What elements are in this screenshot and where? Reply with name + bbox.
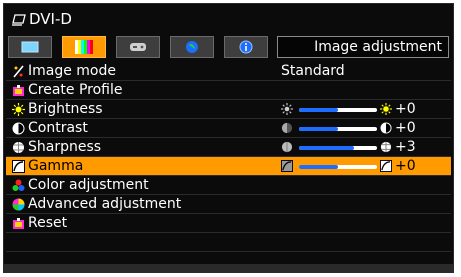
- reset-icon: [13, 218, 24, 229]
- globe-icon: [186, 41, 198, 53]
- osd-menu: DVI-D Image adjustment Image mode Standa…: [3, 3, 454, 273]
- contrast-track[interactable]: [299, 127, 377, 131]
- input-source: DVI-D: [12, 8, 72, 30]
- menu-item-sharpness[interactable]: Sharpness +3: [6, 138, 451, 157]
- gamma-icon: [12, 160, 25, 173]
- tab-screen[interactable]: [8, 36, 52, 58]
- sharpness-high-icon: [380, 141, 392, 153]
- brightness-value: +0: [395, 101, 416, 117]
- gamepad-icon: [130, 43, 146, 51]
- sharpness-label: Sharpness: [28, 139, 102, 155]
- gamma-value: +0: [395, 158, 416, 174]
- sharpness-track[interactable]: [299, 146, 377, 150]
- sharpness-fill: [299, 146, 354, 150]
- menu-item-advanced-adjustment[interactable]: Advanced adjustment: [6, 195, 451, 214]
- menu-item-brightness[interactable]: Brightness +0: [6, 100, 451, 119]
- contrast-high-icon: [380, 122, 392, 134]
- gamma-fill: [299, 165, 338, 169]
- image-mode-icon: [13, 65, 24, 78]
- brightness-low-icon: [281, 103, 293, 115]
- contrast-slider[interactable]: +0: [281, 120, 451, 136]
- brightness-slider[interactable]: +0: [281, 101, 451, 117]
- tab-language[interactable]: [170, 36, 214, 58]
- menu-item-color-adjustment[interactable]: Color adjustment: [6, 176, 451, 195]
- create-profile-icon: [13, 85, 24, 96]
- reset-label: Reset: [28, 215, 68, 231]
- gamma-label: Gamma: [28, 158, 84, 174]
- contrast-fill: [299, 127, 338, 131]
- tab-game[interactable]: [116, 36, 160, 58]
- contrast-icon: [12, 122, 25, 135]
- menu-empty-row: [6, 233, 451, 252]
- brightness-track[interactable]: [299, 108, 377, 112]
- tab-image-adjustment[interactable]: [62, 36, 106, 58]
- gamma-slider[interactable]: +0: [281, 158, 451, 174]
- gamma-high-icon: [380, 160, 392, 172]
- advanced-adjustment-icon: [12, 198, 25, 211]
- image-mode-value: Standard: [281, 63, 345, 79]
- contrast-low-icon: [281, 122, 293, 134]
- menu-item-contrast[interactable]: Contrast +0: [6, 119, 451, 138]
- sharpness-slider[interactable]: +3: [281, 139, 451, 155]
- brightness-label: Brightness: [28, 101, 103, 117]
- tab-bar: Image adjustment: [6, 34, 451, 60]
- color-adjustment-label: Color adjustment: [28, 177, 149, 193]
- menu-list: Image mode Standard Create Profile Brigh…: [6, 62, 451, 272]
- brightness-high-icon: [380, 103, 392, 115]
- gamma-track[interactable]: [299, 165, 377, 169]
- menu-item-gamma[interactable]: Gamma +0: [6, 157, 451, 176]
- sharpness-low-icon: [281, 141, 293, 153]
- input-source-icon: [12, 14, 26, 26]
- tab-information[interactable]: [224, 36, 268, 58]
- menu-item-reset[interactable]: Reset: [6, 214, 451, 233]
- color-adjustment-icon: [12, 179, 25, 191]
- advanced-adjustment-label: Advanced adjustment: [28, 196, 182, 212]
- sharpness-icon: [13, 142, 24, 153]
- brightness-icon: [12, 103, 25, 116]
- gamma-low-icon: [281, 160, 293, 172]
- contrast-label: Contrast: [28, 120, 88, 136]
- menu-item-create-profile[interactable]: Create Profile: [6, 81, 451, 100]
- input-source-label: DVI-D: [29, 10, 72, 28]
- screen-icon: [21, 41, 39, 53]
- sharpness-value: +3: [395, 139, 416, 155]
- menu-item-image-mode[interactable]: Image mode Standard: [6, 62, 451, 81]
- color-bars-icon: [75, 40, 93, 54]
- image-mode-label: Image mode: [28, 63, 116, 79]
- brightness-fill: [299, 108, 338, 112]
- contrast-value: +0: [395, 120, 416, 136]
- bottom-bar: [4, 264, 453, 272]
- info-icon: [239, 40, 253, 54]
- tab-title: Image adjustment: [277, 36, 449, 58]
- create-profile-label: Create Profile: [28, 82, 123, 98]
